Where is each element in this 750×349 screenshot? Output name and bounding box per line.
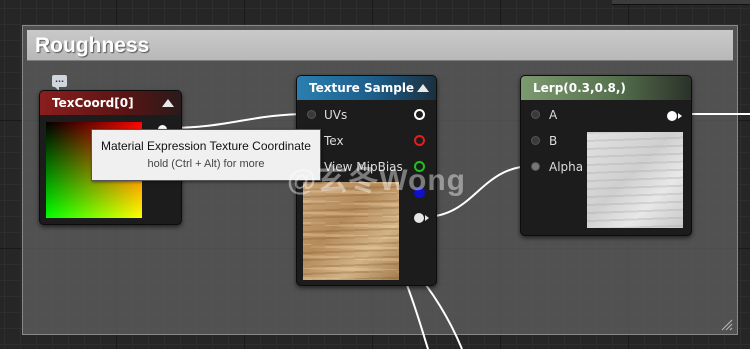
tooltip-title: Material Expression Texture Coordinate	[101, 139, 311, 153]
node-texcoord-title: TexCoord[0]	[52, 96, 134, 110]
r-output-pin[interactable]	[414, 135, 425, 146]
offscreen-node-edge	[612, 0, 750, 5]
comment-bubble-icon[interactable]: ...	[52, 75, 67, 91]
pin-row-a[interactable]: A	[531, 107, 591, 123]
a-output-pin[interactable]	[414, 213, 424, 223]
alpha-input-pin[interactable]	[531, 162, 540, 171]
lerp-output-pin[interactable]	[667, 111, 677, 121]
node-texture-sample-header[interactable]: Texture Sample	[297, 76, 436, 100]
collapse-arrow-icon[interactable]	[417, 84, 429, 92]
b-input-pin[interactable]	[531, 136, 540, 145]
pin-label-a: A	[549, 108, 558, 122]
node-lerp-header[interactable]: Lerp(0.3,0.8,)	[521, 76, 691, 100]
lerp-preview	[587, 132, 683, 228]
pin-label-tex: Tex	[324, 134, 344, 148]
pin-row-uvs[interactable]: UVs	[307, 107, 427, 123]
node-texcoord-header[interactable]: TexCoord[0]	[40, 91, 181, 115]
comment-title: Roughness	[35, 34, 150, 57]
node-lerp[interactable]: Lerp(0.3,0.8,) A B Alpha	[520, 75, 692, 236]
a-input-pin[interactable]	[531, 110, 540, 119]
collapse-arrow-icon[interactable]	[162, 99, 174, 107]
tooltip-hint: hold (Ctrl + Alt) for more	[147, 158, 265, 170]
pin-label-b: B	[549, 134, 558, 148]
node-lerp-title: Lerp(0.3,0.8,)	[533, 81, 626, 95]
pin-label-uvs: UVs	[324, 108, 348, 122]
resize-grip-icon[interactable]	[721, 319, 733, 331]
pin-row-tex[interactable]: Tex	[307, 133, 427, 149]
a-output-arrow-icon	[425, 215, 429, 221]
watermark: @玄冬Wong	[287, 164, 467, 197]
pin-row-b[interactable]: B	[531, 133, 591, 149]
pin-label-alpha: Alpha	[549, 160, 584, 174]
lerp-output-arrow-icon	[678, 113, 682, 119]
uvs-input-pin[interactable]	[307, 110, 316, 119]
rgb-output-pin[interactable]	[414, 109, 425, 120]
node-texture-sample-title: Texture Sample	[309, 81, 415, 95]
comment-header[interactable]: Roughness	[27, 30, 733, 61]
